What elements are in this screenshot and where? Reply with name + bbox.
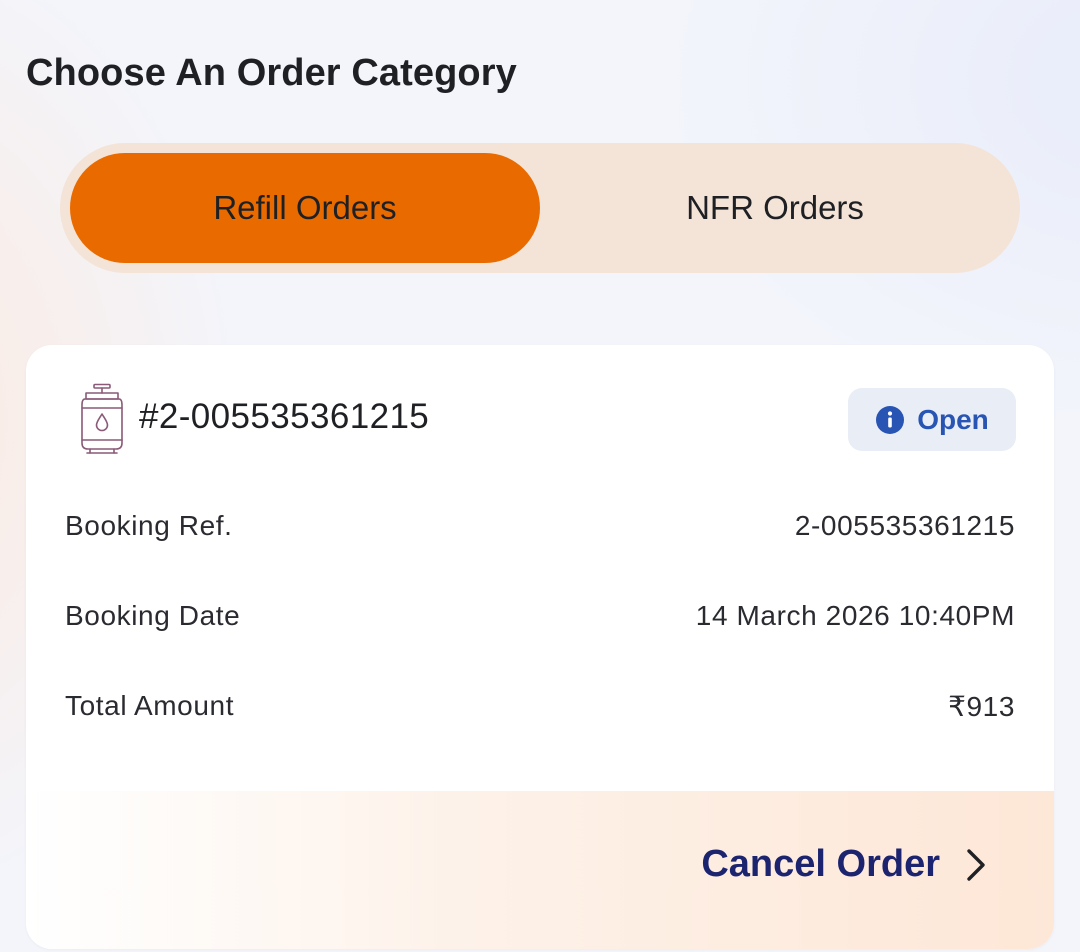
cancel-order-button[interactable]: Cancel Order bbox=[701, 843, 988, 886]
booking-ref-row: Booking Ref. 2-005535361215 bbox=[65, 510, 1015, 542]
cancel-order-label: Cancel Order bbox=[701, 843, 940, 885]
booking-date-label: Booking Date bbox=[65, 600, 241, 631]
tab-refill-orders[interactable]: Refill Orders bbox=[70, 153, 540, 263]
booking-date-value: 14 March 2026 10:40PM bbox=[695, 600, 1015, 631]
status-badge: Open bbox=[848, 388, 1016, 451]
tab-nfr-orders[interactable]: NFR Orders bbox=[540, 153, 1010, 263]
card-footer: Cancel Order bbox=[26, 791, 1054, 949]
order-category-tabs: Refill Orders NFR Orders bbox=[60, 143, 1020, 273]
status-label: Open bbox=[917, 403, 989, 435]
order-card[interactable]: #2-005535361215 Open Booking Ref. 2-0055… bbox=[26, 345, 1054, 949]
chevron-right-icon bbox=[967, 848, 985, 881]
info-icon bbox=[876, 405, 905, 434]
order-number: #2-005535361215 bbox=[139, 397, 430, 436]
total-amount-label: Total Amount bbox=[65, 690, 235, 721]
tab-refill-orders-label: Refill Orders bbox=[213, 189, 397, 226]
gas-cylinder-icon bbox=[81, 383, 123, 454]
page-title: Choose An Order Category bbox=[26, 52, 517, 94]
booking-ref-label: Booking Ref. bbox=[65, 510, 233, 541]
tab-nfr-orders-label: NFR Orders bbox=[686, 189, 864, 226]
total-amount-row: Total Amount ₹913 bbox=[65, 690, 1015, 723]
total-amount-value: ₹913 bbox=[948, 691, 1015, 722]
booking-ref-value: 2-005535361215 bbox=[794, 510, 1015, 541]
booking-date-row: Booking Date 14 March 2026 10:40PM bbox=[65, 600, 1015, 632]
